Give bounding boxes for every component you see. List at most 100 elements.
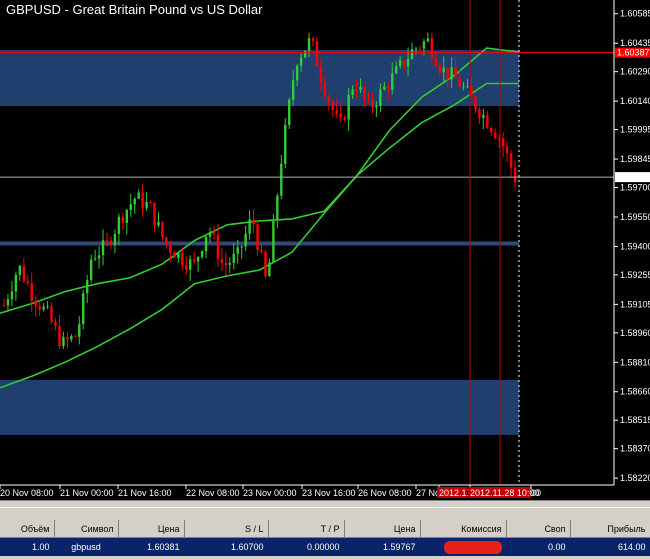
candle-body <box>442 67 445 73</box>
candle-body <box>295 65 299 81</box>
candle-body <box>252 219 255 225</box>
candle-body <box>256 224 259 250</box>
candle-body <box>379 89 382 106</box>
candle-body <box>78 324 81 337</box>
y-tick-label: 1.60290 <box>620 67 650 77</box>
candle-body <box>105 240 109 242</box>
y-tick-label: 1.58370 <box>620 444 650 454</box>
candle-body <box>339 113 342 118</box>
y-tick-label: 1.59845 <box>620 154 650 164</box>
candle-body <box>355 89 358 91</box>
candle-body <box>192 259 196 262</box>
candle-body <box>418 48 422 50</box>
candle-body <box>494 132 497 139</box>
candle-body <box>347 94 350 120</box>
col-profit[interactable]: Прибыль <box>570 520 650 538</box>
candle-body <box>101 240 105 256</box>
x-tick-label: 2012.11.28 10:00 <box>470 488 539 498</box>
x-tick-label: 21 Nov 16:00 <box>118 488 172 498</box>
redaction-mark <box>443 540 502 554</box>
candle-body <box>351 89 354 95</box>
col-stop-loss[interactable]: S / L <box>184 520 269 538</box>
price-chart[interactable]: 1.605851.604351.602901.601401.599951.598… <box>0 0 650 500</box>
candle-body <box>137 192 140 199</box>
orders-header-row: Объём Символ Цена S / L T / P Цена Комис… <box>0 520 650 538</box>
candle-body <box>462 86 465 88</box>
candle-body <box>212 232 216 235</box>
candle-body <box>240 246 243 248</box>
candle-body <box>490 128 493 133</box>
x-tick-label: 21 Nov 00:00 <box>60 488 114 498</box>
y-tick-label: 1.59400 <box>620 241 650 251</box>
col-symbol[interactable]: Символ <box>54 520 119 538</box>
y-tick-label: 1.60585 <box>620 9 650 19</box>
cell-symbol: gbpusd <box>54 537 119 556</box>
chart-title: GBPUSD - Great Britain Pound vs US Dolla… <box>6 2 263 17</box>
y-tick-label: 1.58660 <box>620 387 650 397</box>
y-tick-label: 1.59550 <box>620 212 650 222</box>
candle-body <box>509 153 513 168</box>
candle-body <box>434 57 438 66</box>
candle-body <box>323 81 327 97</box>
panel-header-bar <box>0 507 650 521</box>
y-tick-label: 1.58810 <box>620 357 650 367</box>
candle-body <box>335 109 338 114</box>
col-volume[interactable]: Объём <box>0 520 55 538</box>
candle-body <box>58 325 61 347</box>
candle-body <box>276 195 279 221</box>
y-tick-label: 1.58220 <box>620 473 650 483</box>
candle-body <box>315 41 319 67</box>
y-tick-label: 1.58960 <box>620 328 650 338</box>
candle-body <box>291 80 295 100</box>
candle-body <box>42 306 45 310</box>
orders-table: Объём Символ Цена S / L T / P Цена Комис… <box>0 520 650 556</box>
candle-body <box>129 204 132 210</box>
candle-body <box>422 41 426 49</box>
candle-body <box>343 117 346 120</box>
candle-body <box>145 202 148 209</box>
candle-body <box>331 101 335 110</box>
x-tick-label: 26 Nov 08:00 <box>358 488 412 498</box>
cell-commission <box>420 537 507 556</box>
candle-body <box>394 66 398 74</box>
candle-body <box>220 259 224 264</box>
x-tick-label: 23 Nov 16:00 <box>302 488 356 498</box>
candle-body <box>6 299 10 306</box>
candle-body <box>46 306 49 308</box>
candle-body <box>125 209 129 223</box>
supply-demand-zone <box>0 379 519 435</box>
cell-profit: 614.00 <box>570 537 650 556</box>
candle-body <box>169 244 172 253</box>
candle-body <box>185 265 188 270</box>
x-tick-label: 2012.1 <box>439 488 467 498</box>
col-swap[interactable]: Своп <box>506 520 571 538</box>
candle-body <box>165 237 168 245</box>
candle-body <box>299 57 303 66</box>
table-row[interactable]: 1.00 gbpusd 1.60381 1.60700 0.00000 1.59… <box>0 537 650 556</box>
candle-body <box>30 283 33 301</box>
candle-body <box>141 192 144 209</box>
candle-body <box>66 337 69 340</box>
candle-body <box>260 249 263 252</box>
candle-body <box>387 86 390 90</box>
candle-body <box>70 335 73 340</box>
candle-body <box>85 280 89 294</box>
candle-body <box>406 59 410 67</box>
col-take-profit[interactable]: T / P <box>268 520 345 538</box>
col-open-price[interactable]: Цена <box>118 520 185 538</box>
candle-body <box>248 219 251 234</box>
candle-body <box>458 77 461 87</box>
col-commission[interactable]: Комиссия <box>420 520 507 538</box>
candle-body <box>402 60 406 67</box>
candle-body <box>513 167 517 183</box>
cell-take-profit: 0.00000 <box>268 537 345 556</box>
candle-body <box>272 220 275 263</box>
candle-body <box>181 253 184 266</box>
candle-body <box>121 216 125 223</box>
candle-body <box>10 291 14 300</box>
candle-body <box>109 240 113 246</box>
candle-body <box>359 86 362 90</box>
candle-body <box>216 234 220 260</box>
candle-body <box>2 305 6 307</box>
col-price[interactable]: Цена <box>344 520 421 538</box>
